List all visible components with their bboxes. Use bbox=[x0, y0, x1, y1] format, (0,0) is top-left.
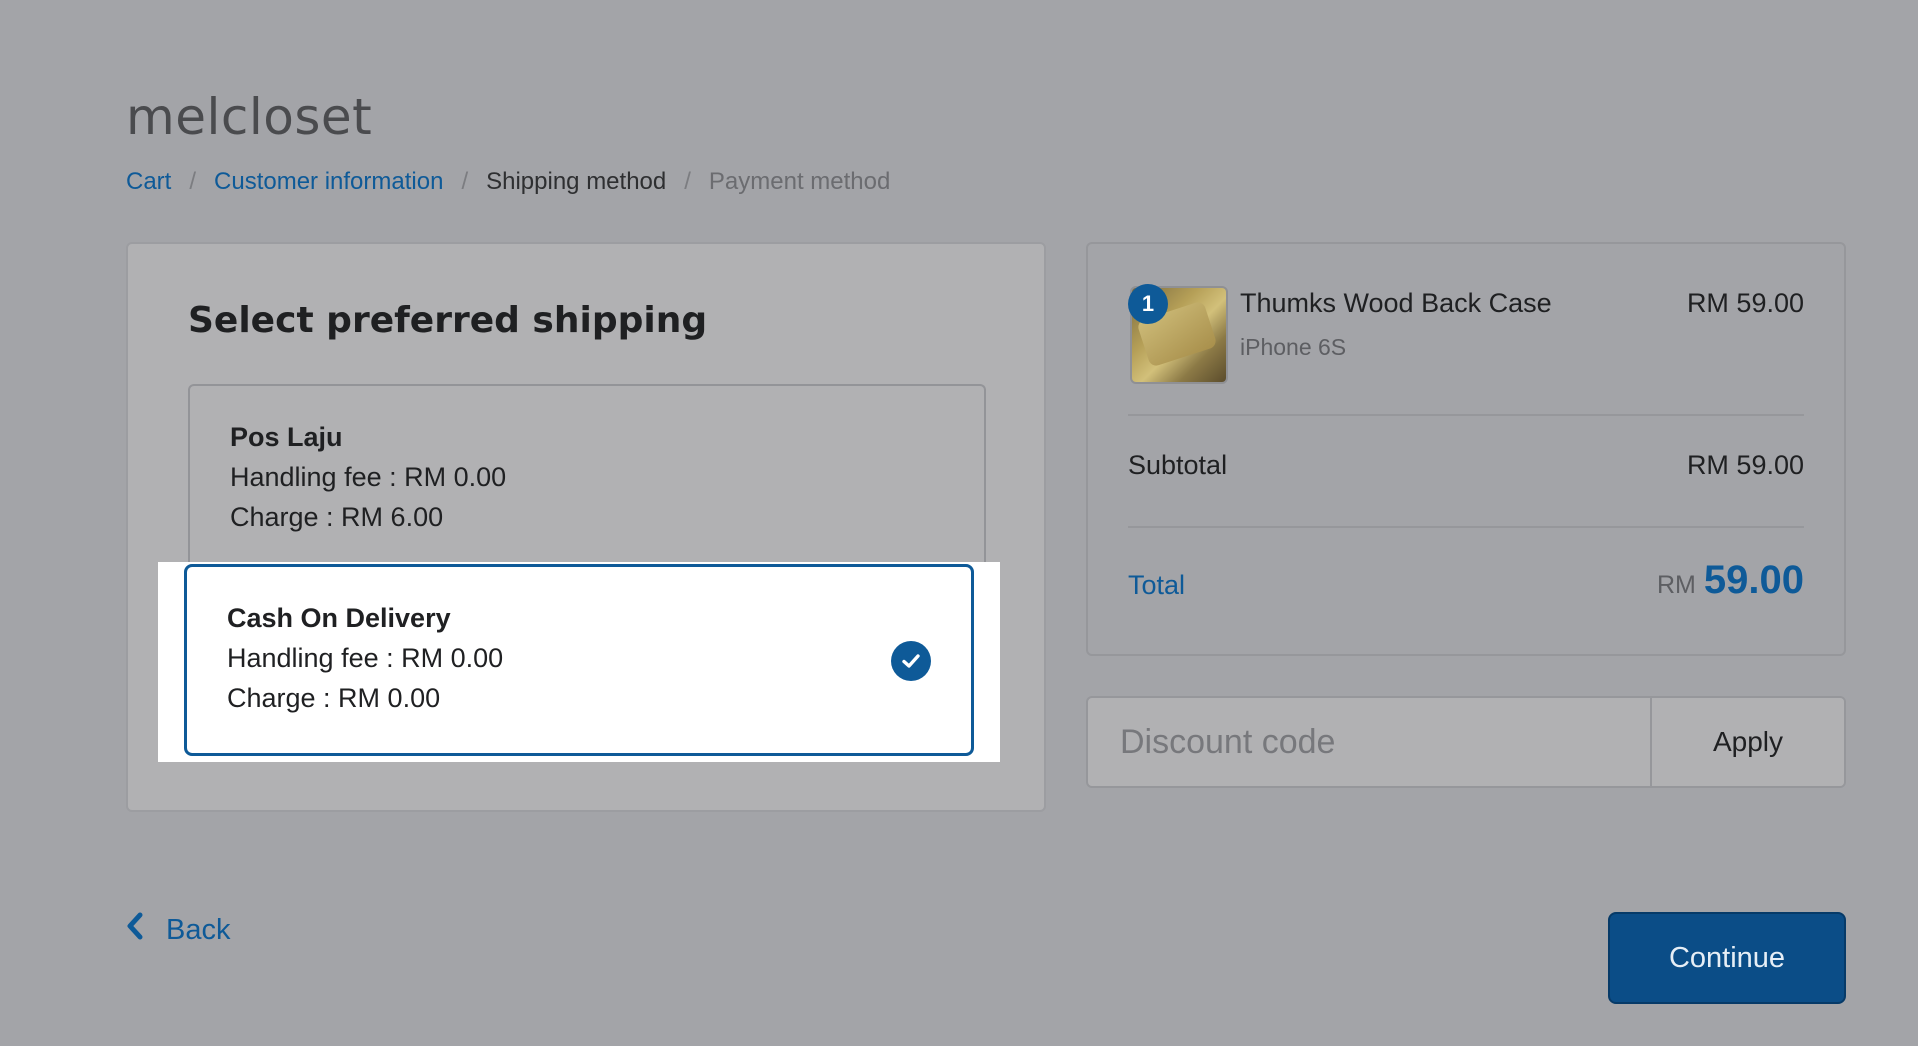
continue-button[interactable]: Continue bbox=[1608, 912, 1846, 1004]
breadcrumb-customer-information[interactable]: Customer information bbox=[214, 168, 443, 196]
breadcrumb-separator: / bbox=[684, 168, 691, 195]
breadcrumb-cart[interactable]: Cart bbox=[126, 168, 171, 196]
checkmark-icon bbox=[891, 641, 931, 681]
subtotal-value: RM 59.00 bbox=[1686, 450, 1804, 480]
shipping-option-charge: Charge : RM 6.00 bbox=[230, 502, 444, 532]
breadcrumb-separator: / bbox=[461, 168, 469, 195]
breadcrumb: Cart / Customer information / Shipping m… bbox=[126, 168, 890, 196]
breadcrumb-payment-method: Payment method bbox=[708, 168, 891, 195]
shipping-option-cash-on-delivery[interactable]: Cash On Delivery Handling fee : RM 0.00 … bbox=[184, 564, 974, 756]
total-amount: 59.00 bbox=[1703, 558, 1804, 602]
checkout-page: melcloset Cart / Customer information / … bbox=[0, 0, 1918, 1046]
shipping-title: Select preferred shipping bbox=[188, 300, 708, 341]
summary-divider bbox=[1128, 526, 1804, 528]
product-name: Thumks Wood Back Case bbox=[1240, 288, 1552, 318]
total-currency: RM bbox=[1657, 571, 1696, 599]
subtotal-label: Subtotal bbox=[1128, 450, 1228, 480]
shipping-option-charge: Charge : RM 0.00 bbox=[227, 683, 441, 713]
total-value: RM 59.00 bbox=[1657, 558, 1804, 603]
discount-code-input[interactable] bbox=[1088, 698, 1650, 786]
discount-form: Apply bbox=[1086, 696, 1846, 788]
shipping-option-name: Cash On Delivery bbox=[227, 603, 451, 633]
summary-divider bbox=[1128, 414, 1804, 416]
back-link[interactable]: Back bbox=[126, 912, 230, 948]
store-logo[interactable]: melcloset bbox=[126, 88, 372, 146]
breadcrumb-separator: / bbox=[189, 168, 197, 195]
product-variant: iPhone 6S bbox=[1240, 334, 1347, 360]
shipping-option-handling: Handling fee : RM 0.00 bbox=[227, 643, 504, 673]
shipping-option-name: Pos Laju bbox=[230, 422, 343, 452]
breadcrumb-shipping-method: Shipping method bbox=[486, 168, 667, 195]
apply-button[interactable]: Apply bbox=[1650, 698, 1844, 786]
selected-option-highlight: Cash On Delivery Handling fee : RM 0.00 … bbox=[158, 562, 1000, 762]
chevron-left-icon bbox=[126, 912, 144, 948]
order-summary: 1 Thumks Wood Back Case iPhone 6S RM 59.… bbox=[1086, 242, 1846, 656]
total-label: Total bbox=[1128, 570, 1186, 600]
back-label: Back bbox=[166, 913, 231, 946]
quantity-badge: 1 bbox=[1128, 284, 1168, 324]
product-price: RM 59.00 bbox=[1686, 288, 1804, 318]
shipping-option-pos-laju[interactable]: Pos Laju Handling fee : RM 0.00 Charge :… bbox=[188, 384, 986, 584]
shipping-option-handling: Handling fee : RM 0.00 bbox=[230, 462, 507, 492]
